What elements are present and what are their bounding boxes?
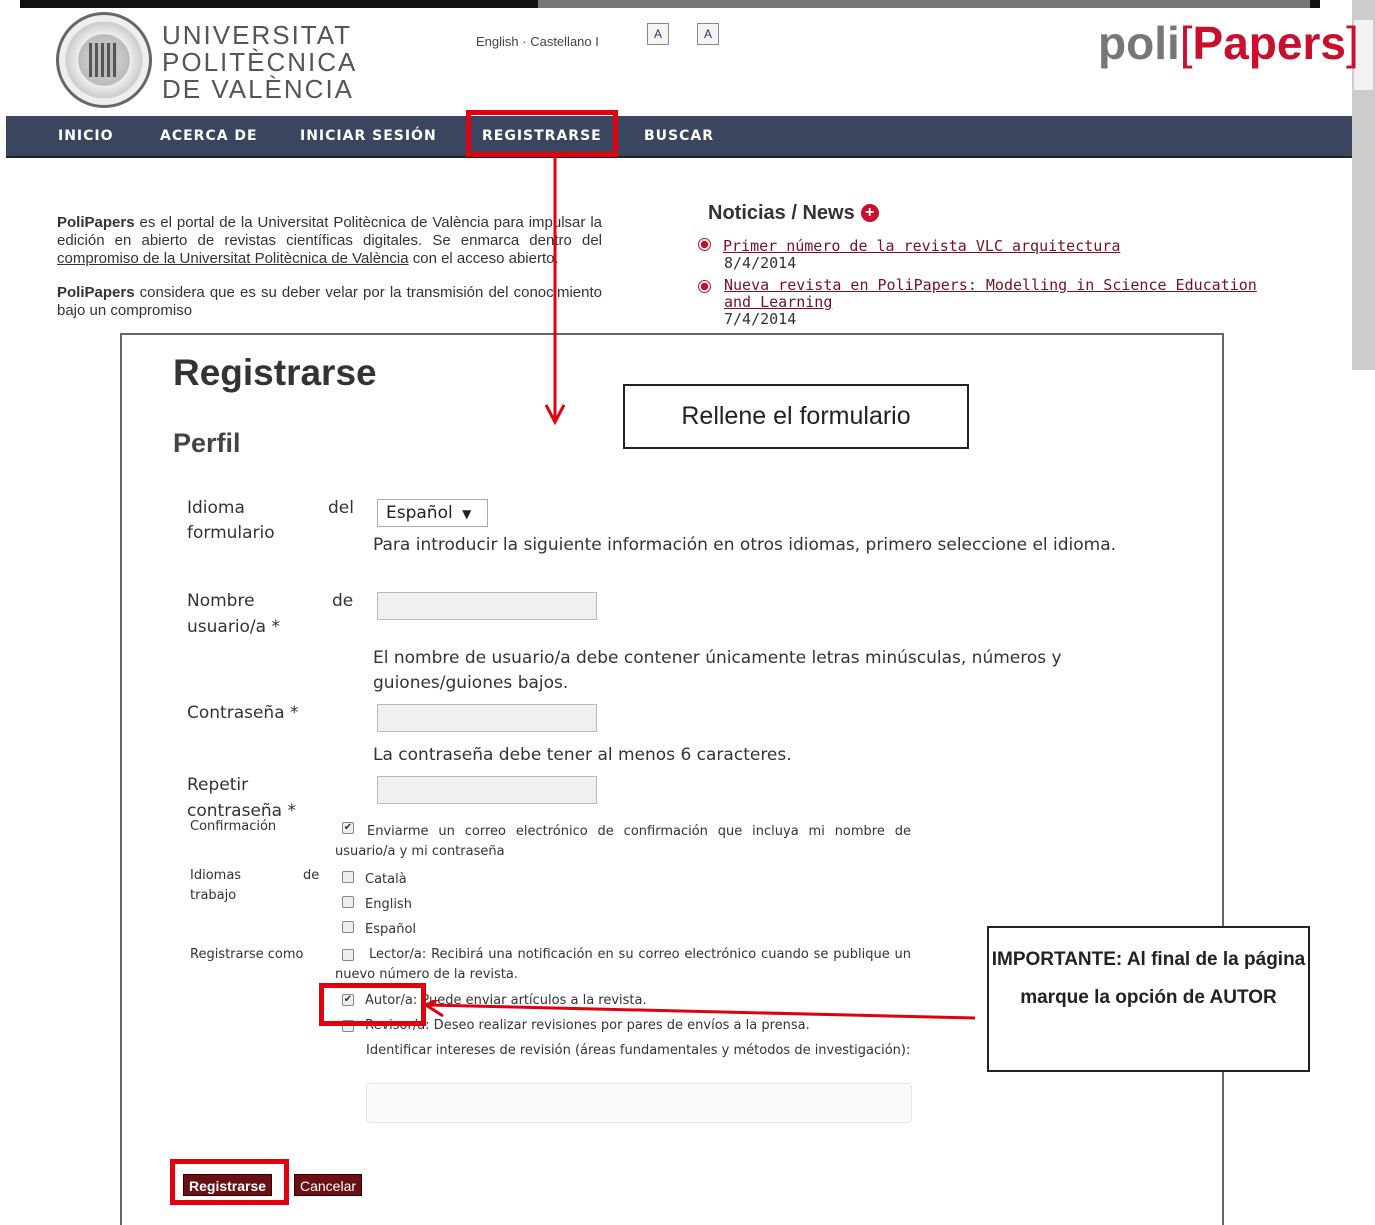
espanol-label: Español — [365, 922, 417, 937]
lang-castellano-link[interactable]: Castellano — [530, 34, 591, 49]
form-language-select[interactable]: Español ▼ — [377, 499, 488, 527]
english-checkbox[interactable] — [342, 896, 354, 908]
language-label: del — [328, 498, 354, 518]
language-hint: Para introducir la siguiente información… — [373, 535, 1117, 555]
news-link[interactable]: Nueva revista en PoliPapers: Modelling i… — [724, 276, 1257, 311]
catala-label: Català — [365, 872, 407, 887]
commitment-link[interactable]: compromiso de la Universitat Politècnica… — [57, 250, 409, 267]
arrow-down-icon — [544, 155, 566, 426]
highlight-register-button — [170, 1159, 289, 1205]
dropdown-arrow-icon: ▼ — [462, 507, 472, 521]
username-label: usuario/a * — [187, 617, 280, 637]
confirmation-text: Enviarme un correo electrónico de confir… — [335, 824, 911, 859]
bullet-icon — [698, 238, 711, 251]
language-label: Idioma — [187, 498, 245, 518]
font-increase-button[interactable]: A — [697, 23, 719, 45]
news-item: Nueva revista en PoliPapers: Modelling i… — [698, 277, 1258, 328]
repeat-password-label: Repetir — [187, 775, 249, 795]
bullet-icon — [698, 280, 711, 293]
section-title: Perfil — [173, 428, 241, 458]
nav-inicio[interactable]: INICIO — [58, 128, 114, 144]
english-label: English — [365, 897, 412, 912]
username-label: Nombre — [187, 591, 255, 611]
font-decrease-button[interactable]: A — [647, 23, 669, 45]
page-title: Registrarse — [173, 352, 377, 393]
nav-acerca-de[interactable]: ACERCA DE — [160, 128, 258, 144]
catala-checkbox[interactable] — [342, 871, 354, 883]
password-label: Contraseña * — [187, 703, 299, 723]
work-languages-label: trabajo — [190, 888, 237, 903]
nav-iniciar-sesion[interactable]: INICIAR SESIÓN — [300, 128, 437, 144]
news-date: 7/4/2014 — [724, 310, 797, 328]
add-circle-icon[interactable]: + — [860, 204, 879, 222]
highlight-author-option — [319, 983, 426, 1026]
reviewer-interests-label: Identificar intereses de revisión (áreas… — [366, 1043, 911, 1058]
intro-text: PoliPapers es el portal de la Universita… — [57, 214, 602, 319]
username-input[interactable] — [377, 592, 597, 620]
repeat-password-input[interactable] — [377, 776, 597, 804]
work-languages-label: de — [303, 868, 320, 883]
news-item: Primer número de la revista VLC arquitec… — [698, 238, 1120, 272]
register-as-label: Registrarse como — [190, 947, 304, 962]
username-hint: El nombre de usuario/a debe contener úni… — [373, 648, 1062, 693]
callout-fill-form: Rellene el formulario — [623, 384, 969, 449]
arrow-left-icon — [422, 1000, 976, 1020]
username-label: de — [332, 591, 354, 611]
espanol-checkbox[interactable] — [342, 921, 354, 933]
university-name: UNIVERSITAT POLITÈCNICA DE VALÈNCIA — [162, 20, 358, 104]
work-languages-label: Idiomas — [190, 868, 242, 883]
callout-important: IMPORTANTE: Al final de la página marque… — [987, 926, 1310, 1072]
reviewer-interests-input[interactable] — [366, 1083, 912, 1123]
top-strip — [538, 0, 1310, 8]
reader-option: Lector/a: Recibirá una notificación en s… — [335, 947, 911, 982]
nav-buscar[interactable]: BUSCAR — [644, 128, 714, 144]
university-seal-logo — [56, 12, 152, 108]
news-link[interactable]: Primer número de la revista VLC arquitec… — [723, 237, 1120, 255]
language-switcher: English · Castellano I — [476, 34, 599, 49]
news-title: Noticias / News + — [708, 202, 879, 225]
password-input[interactable] — [377, 704, 597, 732]
top-strip — [20, 0, 538, 8]
lang-english-link[interactable]: English — [476, 34, 519, 49]
top-strip — [1310, 0, 1320, 8]
news-date: 8/4/2014 — [724, 254, 797, 272]
confirmation-label: Confirmación — [190, 819, 277, 834]
polipapers-logo: poli[Papers] — [1098, 17, 1359, 69]
password-hint: La contraseña debe tener al menos 6 cara… — [373, 745, 792, 765]
cancel-button[interactable]: Cancelar — [294, 1174, 363, 1196]
language-label: formulario — [187, 523, 275, 543]
